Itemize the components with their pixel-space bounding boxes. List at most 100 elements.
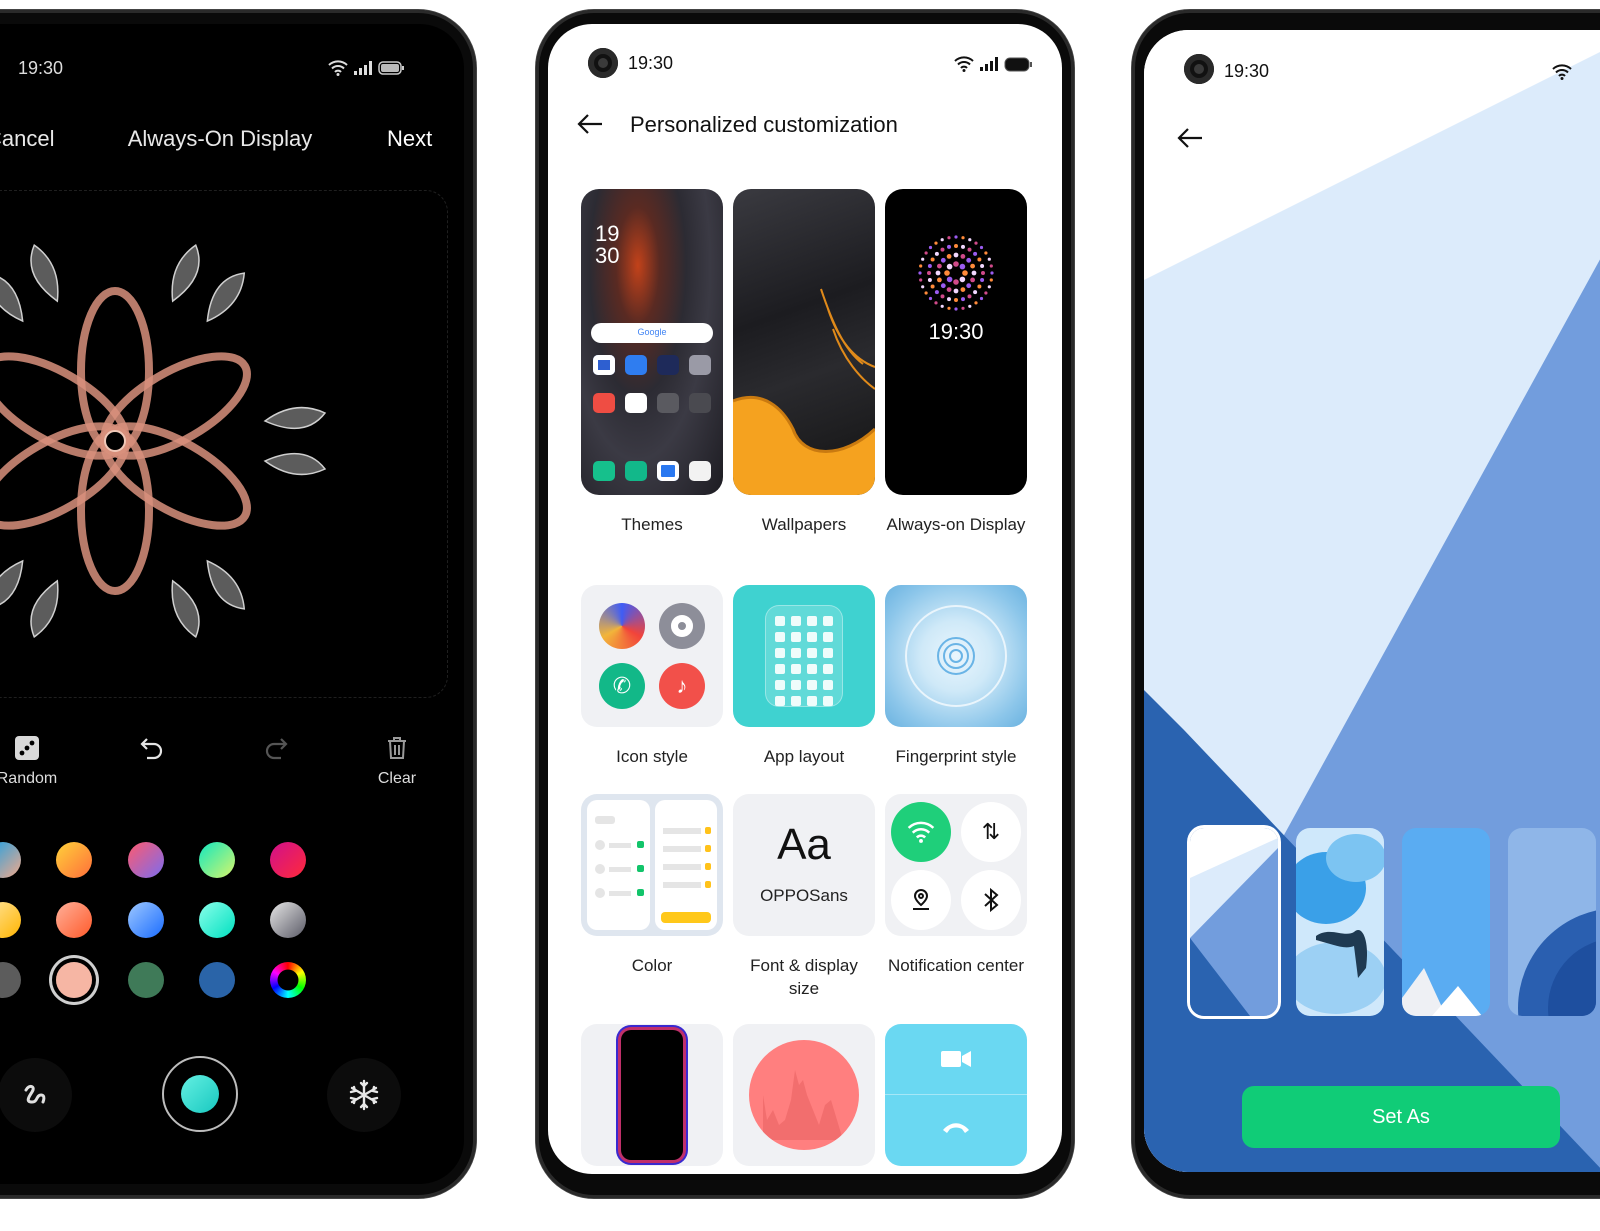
- icon-style-item[interactable]: ✆ ♪ Icon style: [581, 585, 723, 768]
- layout-dot: [807, 664, 817, 674]
- drawing-canvas[interactable]: [0, 190, 448, 698]
- stroke-style-button[interactable]: [0, 1058, 72, 1132]
- layout-dot: [775, 680, 785, 690]
- color-palette: [0, 842, 414, 1022]
- color-swatch-teal-lime[interactable]: [199, 842, 235, 878]
- color-swatch-blue[interactable]: [199, 962, 235, 998]
- color-item[interactable]: Color: [581, 794, 723, 977]
- color-swatch-salmon-orange[interactable]: [56, 902, 92, 938]
- ringtone-item[interactable]: [733, 1024, 875, 1166]
- back-button[interactable]: [576, 112, 604, 141]
- ringtone-preview: [733, 1024, 875, 1166]
- color-swatch-yellow-orange[interactable]: [56, 842, 92, 878]
- mandala-dot: [973, 290, 978, 295]
- wallpapers-item[interactable]: Wallpapers: [733, 189, 875, 536]
- mandala-dot: [980, 278, 985, 282]
- mandala-dot: [970, 263, 975, 269]
- wallpaper-thumb-geometric[interactable]: [1190, 828, 1278, 1016]
- mandala-dot: [940, 294, 945, 299]
- font-name: OPPOSans: [760, 886, 848, 905]
- set-as-button[interactable]: Set As: [1242, 1086, 1560, 1148]
- mandala-dot: [934, 290, 939, 295]
- clear-button[interactable]: Clear: [367, 734, 427, 788]
- mandala-dot: [940, 283, 946, 289]
- fingerprint-style-item[interactable]: Fingerprint style: [885, 585, 1027, 768]
- layout-dot: [807, 632, 817, 642]
- font-display-item[interactable]: Aa OPPOSans Font & display size: [733, 794, 875, 1000]
- trash-icon: [388, 737, 406, 759]
- color-swatch-peach[interactable]: [56, 962, 92, 998]
- wifi-icon: [1552, 64, 1572, 80]
- mandala-dot: [959, 263, 966, 270]
- mandala-dot: [974, 241, 978, 245]
- color-swatch-silver[interactable]: [270, 902, 306, 938]
- mandala-dot: [946, 254, 952, 259]
- layout-dot: [791, 696, 801, 706]
- random-label: Random: [0, 770, 58, 787]
- color-swatch-magenta-red[interactable]: [270, 842, 306, 878]
- color-swatch-green[interactable]: [128, 962, 164, 998]
- layout-dot: [791, 632, 801, 642]
- wallpaper-thumb-abstract[interactable]: [1508, 828, 1596, 1016]
- symmetry-button[interactable]: [327, 1058, 401, 1132]
- undo-button[interactable]: [132, 734, 172, 770]
- cancel-button[interactable]: Cancel: [0, 126, 54, 152]
- redo-button[interactable]: [256, 734, 296, 770]
- wallpapers-preview: [733, 189, 875, 495]
- brush-color-icon: [181, 1075, 219, 1113]
- swatch-row: [0, 842, 414, 902]
- fingerprint-style-label: Fingerprint style: [895, 747, 1017, 766]
- kaleidoscope-leaf: [206, 272, 246, 323]
- wallpaper-thumb-clouds[interactable]: [1296, 828, 1384, 1016]
- themes-item[interactable]: 19 30 Google Themes: [581, 189, 723, 536]
- wallpaper-thumb-mountain[interactable]: [1402, 828, 1490, 1016]
- mandala-dot: [940, 238, 944, 242]
- mandala-dot: [934, 241, 938, 245]
- color-swatch-red-violet[interactable]: [128, 842, 164, 878]
- edge-lighting-item[interactable]: [581, 1024, 723, 1166]
- drawing-controls: [0, 1054, 464, 1144]
- color-swatch-gray[interactable]: [0, 962, 21, 998]
- color-swatch-sky-blue[interactable]: [128, 902, 164, 938]
- color-swatch-cream-amber[interactable]: [0, 902, 21, 938]
- app-layout-label: App layout: [763, 747, 845, 766]
- status-time: 19:30: [1224, 61, 1270, 81]
- mandala-dot: [940, 247, 945, 252]
- color-swatch-custom-color-wheel[interactable]: [270, 962, 306, 998]
- call-style-item[interactable]: [885, 1024, 1027, 1166]
- layout-dot: [775, 616, 785, 626]
- always-on-display-item[interactable]: 19:30 Always-on Display: [885, 189, 1027, 536]
- next-button[interactable]: Next: [387, 126, 432, 152]
- notification-center-item[interactable]: ⇅ Notification center: [885, 794, 1027, 977]
- snowflake-symmetry-icon: [349, 1079, 379, 1111]
- mandala-dot: [966, 257, 972, 263]
- swatch-row: [0, 962, 414, 1022]
- mandala-dot: [918, 271, 922, 275]
- mandala-dot: [940, 304, 944, 308]
- font-preview: Aa OPPOSans: [733, 794, 875, 936]
- brush-color-button[interactable]: [162, 1056, 238, 1132]
- mandala-dot: [973, 251, 978, 256]
- random-button[interactable]: Random: [0, 734, 62, 788]
- mandala-dot: [921, 257, 925, 261]
- mandala-dot: [947, 244, 951, 249]
- back-button[interactable]: [1176, 126, 1204, 155]
- layout-dot: [775, 648, 785, 658]
- mandala-dot: [984, 251, 988, 255]
- app-layout-item[interactable]: App layout: [733, 585, 875, 768]
- dock: [593, 461, 711, 481]
- signal-icon: [980, 57, 998, 71]
- font-display-label: Font & display size: [750, 956, 858, 998]
- mandala-dot: [961, 236, 965, 240]
- color-swatch-blue-peach[interactable]: [0, 842, 21, 878]
- mandala-dot: [979, 296, 984, 301]
- color-swatch-aqua[interactable]: [199, 902, 235, 938]
- kaleidoscope-leaf: [30, 579, 59, 639]
- drawing-toolbar: Random Clear: [0, 734, 464, 804]
- mandala-dot: [981, 271, 985, 275]
- mandala-dot: [966, 283, 972, 289]
- layout-dot: [807, 648, 817, 658]
- bluetooth-icon: [961, 870, 1021, 930]
- layout-dot: [791, 664, 801, 674]
- mandala-dot: [930, 257, 935, 262]
